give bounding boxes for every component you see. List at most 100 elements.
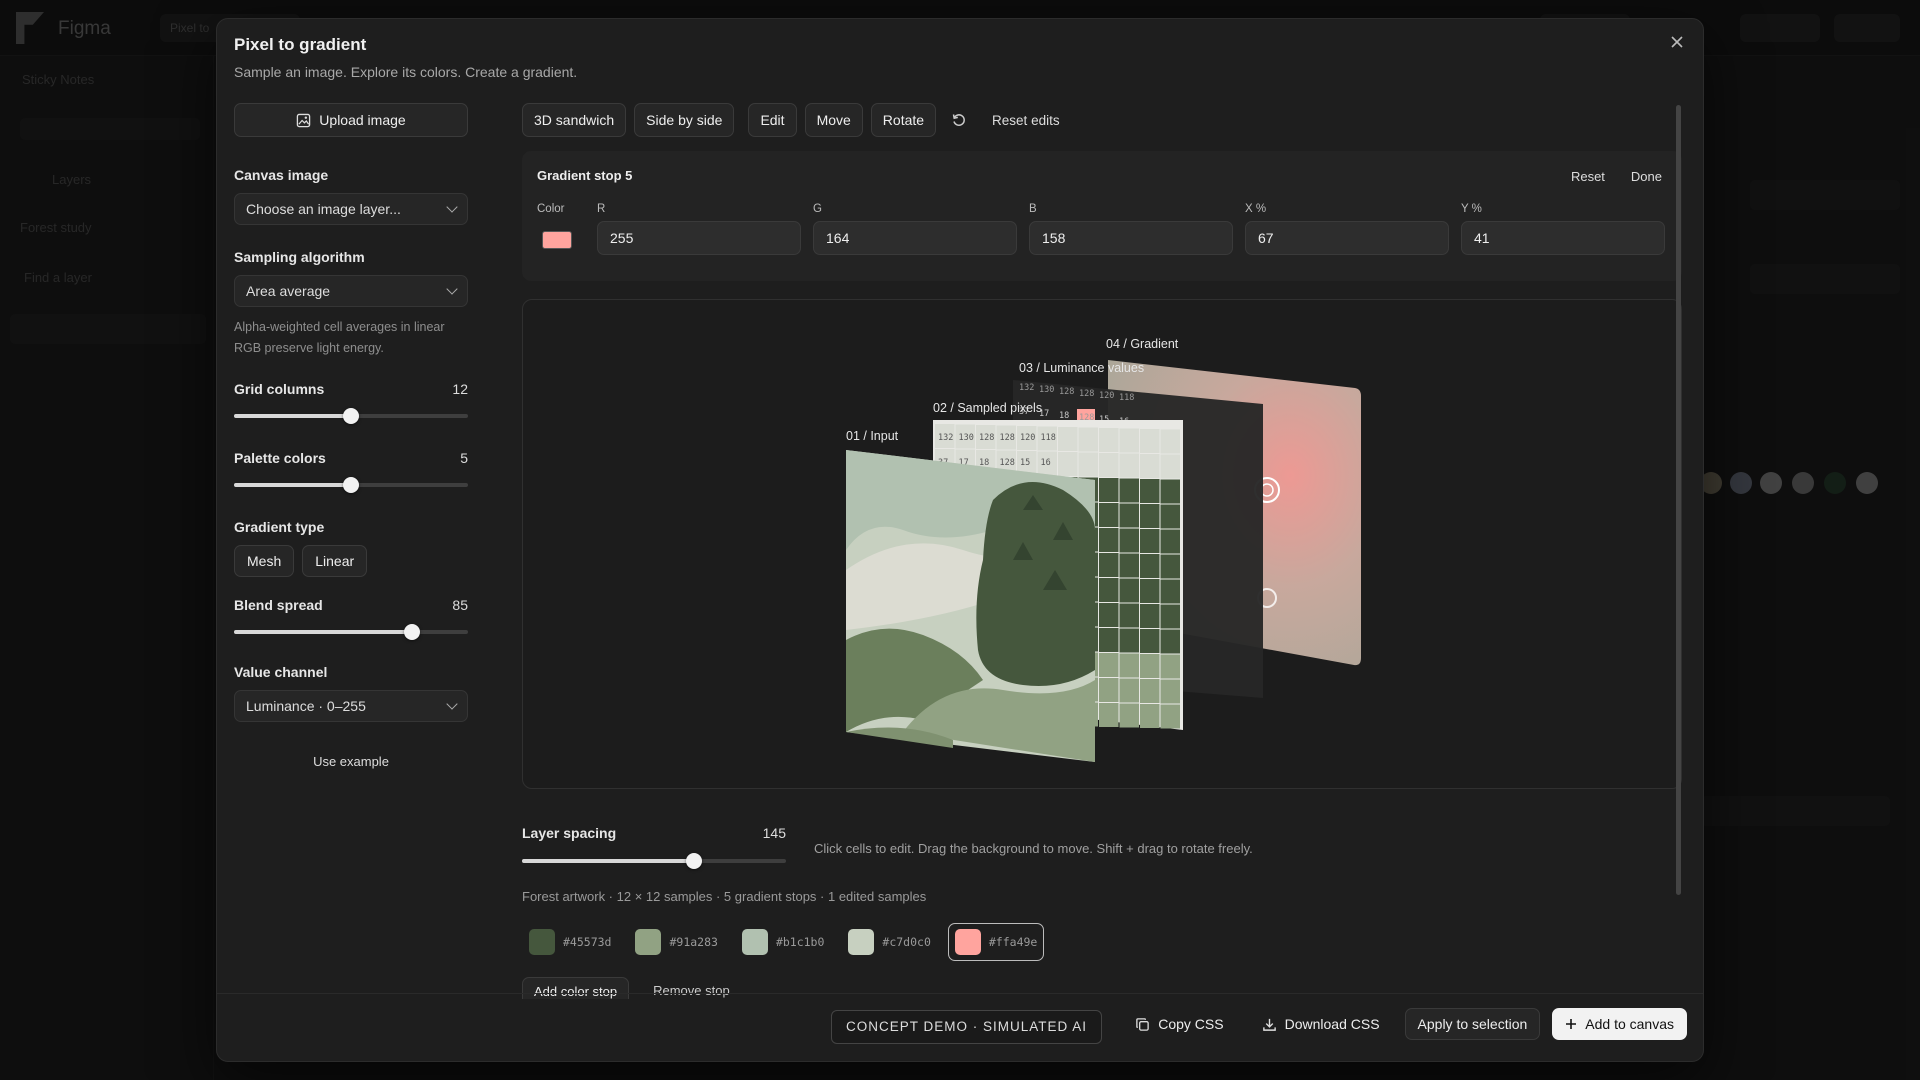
modal-scrollbar[interactable]: [1676, 105, 1681, 895]
sampling-algorithm-select[interactable]: Area average: [234, 275, 468, 307]
layer-input-artwork[interactable]: 01 / Input: [846, 429, 1095, 762]
gradient-type-mesh[interactable]: Mesh: [234, 545, 295, 577]
sampled-pixel-cell[interactable]: [1160, 604, 1181, 629]
sampled-pixel-cell[interactable]: [1119, 653, 1140, 678]
stop-done-button[interactable]: Done: [1625, 166, 1668, 187]
sampled-pixel-cell[interactable]: [1099, 603, 1119, 627]
slider-thumb[interactable]: [343, 408, 359, 424]
slider-thumb[interactable]: [343, 477, 359, 493]
luminance-cell-value[interactable]: 130: [1039, 385, 1054, 395]
sampled-pixel-cell[interactable]: [1099, 453, 1119, 477]
blend-spread-slider[interactable]: [234, 624, 468, 640]
slider-thumb[interactable]: [403, 624, 420, 640]
sampled-pixel-cell[interactable]: [1119, 703, 1140, 728]
sampled-pixel-cell[interactable]: [1119, 678, 1140, 703]
sampled-pixel-cell[interactable]: [1140, 454, 1160, 478]
close-button[interactable]: [1667, 33, 1687, 53]
stop-color-chip[interactable]: [542, 231, 572, 249]
g-input[interactable]: [813, 221, 1017, 255]
sampled-pixel-cell[interactable]: [1160, 554, 1181, 579]
palette-swatch-2[interactable]: #91a283: [628, 923, 724, 961]
sampled-pixel-cell[interactable]: [1119, 603, 1140, 628]
copy-css-button[interactable]: Copy CSS: [1122, 1008, 1236, 1040]
stop-reset-button[interactable]: Reset: [1565, 166, 1611, 187]
sampled-pixel-cell[interactable]: [1160, 429, 1181, 454]
sampled-pixel-cell[interactable]: [1119, 628, 1140, 653]
sampled-pixel-cell[interactable]: [1078, 452, 1099, 477]
value-channel-select[interactable]: Luminance · 0–255: [234, 690, 468, 722]
sampled-pixel-cell[interactable]: [1099, 503, 1119, 527]
sandwich-svg[interactable]: 04 / Gradient 132 130 128 128 120 11837 17 18 12…: [523, 300, 1682, 789]
luminance-cell-value[interactable]: 128: [1059, 387, 1074, 397]
palette-swatch-3[interactable]: #b1c1b0: [735, 923, 831, 961]
sampled-pixel-cell[interactable]: [1140, 604, 1160, 628]
sampled-pixel-cell[interactable]: [1160, 454, 1181, 479]
palette-swatch-1[interactable]: #45573d: [522, 923, 618, 961]
sampled-pixel-cell[interactable]: [1099, 553, 1119, 577]
sampled-pixel-cell[interactable]: [1099, 703, 1119, 727]
palette-swatch-5[interactable]: #ffa49e: [947, 923, 1045, 961]
luminance-cell-value[interactable]: 18: [1059, 411, 1069, 421]
sampled-pixel-cell[interactable]: [1119, 503, 1140, 528]
sampled-pixel-cell[interactable]: [1140, 629, 1160, 653]
reset-edits-button[interactable]: Reset edits: [982, 113, 1070, 128]
sampled-pixel-cell[interactable]: [1160, 629, 1181, 654]
sampled-pixel-cell[interactable]: [1140, 654, 1160, 678]
slider-thumb[interactable]: [685, 853, 702, 869]
sampled-pixel-cell[interactable]: [1140, 529, 1160, 553]
r-input[interactable]: [597, 221, 801, 255]
sampled-pixel-cell[interactable]: [1140, 579, 1160, 603]
sampled-pixel-cell[interactable]: [1099, 528, 1119, 552]
b-input[interactable]: [1029, 221, 1233, 255]
sampled-pixel-cell[interactable]: [1099, 578, 1119, 602]
sampled-pixel-cell[interactable]: [1160, 704, 1181, 729]
luminance-cell-value[interactable]: 128: [1079, 389, 1094, 399]
sampled-pixel-cell[interactable]: [1058, 452, 1078, 476]
sampled-pixel-cell[interactable]: [1160, 504, 1181, 529]
sampled-pixel-cell[interactable]: [1140, 704, 1160, 728]
rotate-mode-button[interactable]: Rotate: [870, 103, 937, 137]
gradient-type-linear[interactable]: Linear: [302, 545, 368, 577]
sampled-pixel-cell[interactable]: [1140, 679, 1160, 703]
use-example-button[interactable]: Use example: [234, 754, 468, 769]
sampled-pixel-cell[interactable]: [1119, 528, 1140, 553]
x-percent-input[interactable]: [1245, 221, 1449, 255]
add-to-canvas-button[interactable]: Add to canvas: [1552, 1008, 1687, 1040]
sampled-pixel-cell[interactable]: [1119, 453, 1140, 478]
upload-image-button[interactable]: Upload image: [234, 103, 468, 137]
palette-colors-slider[interactable]: [234, 477, 468, 493]
luminance-cell-value[interactable]: 120: [1099, 391, 1114, 401]
luminance-cell-value[interactable]: 118: [1119, 393, 1134, 403]
sampled-pixel-cell[interactable]: [1140, 504, 1160, 528]
sampled-pixel-cell[interactable]: [1099, 428, 1119, 452]
sampled-pixel-cell[interactable]: [1160, 529, 1181, 554]
apply-to-selection-button[interactable]: Apply to selection: [1404, 1008, 1541, 1040]
sampled-pixel-cell[interactable]: [1160, 654, 1181, 679]
sampled-pixel-cell[interactable]: [1140, 429, 1160, 453]
sampled-pixel-cell[interactable]: [1119, 553, 1140, 578]
grid-columns-slider[interactable]: [234, 408, 468, 424]
view-side-by-side-button[interactable]: Side by side: [634, 103, 735, 137]
sampled-pixel-cell[interactable]: [1140, 554, 1160, 578]
y-percent-input[interactable]: [1461, 221, 1665, 255]
reset-rotation-button[interactable]: [944, 105, 974, 135]
palette-swatch-4[interactable]: #c7d0c0: [841, 923, 937, 961]
sampled-pixel-cell[interactable]: [1160, 579, 1181, 604]
canvas-image-select[interactable]: Choose an image layer...: [234, 193, 468, 225]
edit-mode-button[interactable]: Edit: [748, 103, 797, 137]
sampled-pixel-cell[interactable]: [1078, 427, 1099, 452]
sampled-pixel-cell[interactable]: [1058, 427, 1078, 451]
sampled-pixel-cell[interactable]: [1119, 428, 1140, 453]
sampled-pixel-cell[interactable]: [1119, 478, 1140, 503]
sampled-pixel-cell[interactable]: [1160, 679, 1181, 704]
sampled-pixel-cell[interactable]: [1140, 479, 1160, 503]
sampled-pixel-cell[interactable]: [1160, 479, 1181, 504]
sampled-pixel-cell[interactable]: [1099, 628, 1119, 652]
view-3d-sandwich-button[interactable]: 3D sandwich: [522, 103, 627, 137]
download-css-button[interactable]: Download CSS: [1249, 1008, 1393, 1040]
sampled-pixel-cell[interactable]: [1119, 578, 1140, 603]
sampled-pixel-cell[interactable]: [1099, 653, 1119, 677]
sampled-pixel-cell[interactable]: [1099, 478, 1119, 502]
luminance-cell-value[interactable]: 132: [1019, 383, 1034, 393]
layer-spacing-slider[interactable]: [522, 853, 786, 869]
